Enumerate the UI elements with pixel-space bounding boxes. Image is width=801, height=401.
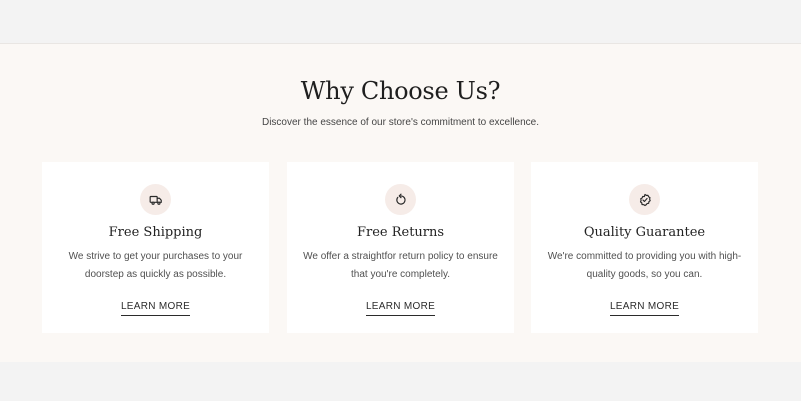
feature-card-quality-guarantee: Quality Guarantee We're committed to pro…	[531, 162, 758, 333]
feature-title: Free Returns	[356, 225, 445, 240]
learn-more-link[interactable]: LEARN MORE	[365, 301, 436, 316]
truck-icon	[140, 184, 171, 215]
feature-card-free-returns: Free Returns We offer a straightfor retu…	[287, 162, 514, 333]
feature-title: Quality Guarantee	[583, 225, 706, 240]
check-badge-icon	[629, 184, 660, 215]
section-subtitle: Discover the essence of our store's comm…	[261, 117, 540, 128]
feature-description: We offer a straightfor return policy to …	[303, 251, 498, 280]
bottom-band	[0, 362, 801, 401]
return-arrow-icon	[385, 184, 416, 215]
feature-card-free-shipping: Free Shipping We strive to get your purc…	[42, 162, 269, 333]
learn-more-link[interactable]: LEARN MORE	[120, 301, 191, 316]
feature-description: We're committed to providing you with hi…	[547, 251, 742, 280]
section-title: Why Choose Us?	[300, 77, 501, 105]
feature-title: Free Shipping	[108, 225, 203, 240]
learn-more-link[interactable]: LEARN MORE	[609, 301, 680, 316]
feature-description: We strive to get your purchases to your …	[68, 251, 243, 280]
why-choose-us-section: Why Choose Us? Discover the essence of o…	[0, 44, 801, 362]
top-band	[0, 0, 801, 43]
